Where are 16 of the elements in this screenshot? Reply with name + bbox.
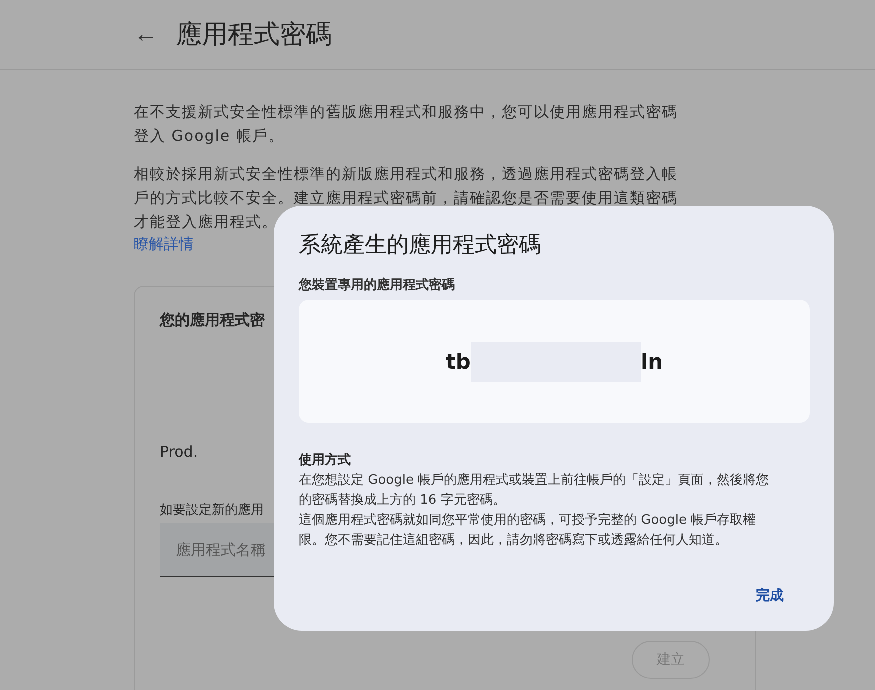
intro-paragraph: 相較於採用新式安全性標準的新版應用程式和服務，透過應用程式密碼登入帳戶的方式比較不安全。建立應用程式密碼前，請確認您是否需要使用這類密碼才能登入應用程式。 <box>134 164 679 233</box>
usage-title: 使用方式 <box>299 452 351 469</box>
learn-more-link[interactable]: 瞭解詳情 <box>134 234 194 254</box>
card-title: 您的應用程式密 <box>160 311 265 330</box>
back-button[interactable]: ← <box>132 20 160 48</box>
password-label: 您裝置專用的應用程式密碼 <box>299 276 455 294</box>
usage-text: 這個應用程式密碼就如同您平常使用的密碼，可授予完整的 Google 帳戶存取權限。您不需要記住這組密碼，因此，請勿將密碼寫下或透露給任何人知道。 <box>299 512 758 550</box>
new-password-label: 如要設定新的應用 <box>160 502 264 519</box>
dialog-title: 系統產生的應用程式密碼 <box>299 232 541 260</box>
password-text: tb <box>446 350 471 374</box>
app-name: Prod. <box>160 443 198 461</box>
done-button[interactable]: 完成 <box>748 581 792 611</box>
usage-text: 在您想設定 Google 帳戶的應用程式或裝置上前往帳戶的「設定」頁面，然後將您的密碼替換成上方的 16 字元密碼。 <box>299 472 770 510</box>
page-title: 應用程式密碼 <box>176 19 332 52</box>
password-text: ln <box>640 350 664 374</box>
intro-paragraph: 在不支援新式安全性標準的舊版應用程式和服務中，您可以使用應用程式密碼登入 Google 帳戶。 <box>134 102 679 147</box>
